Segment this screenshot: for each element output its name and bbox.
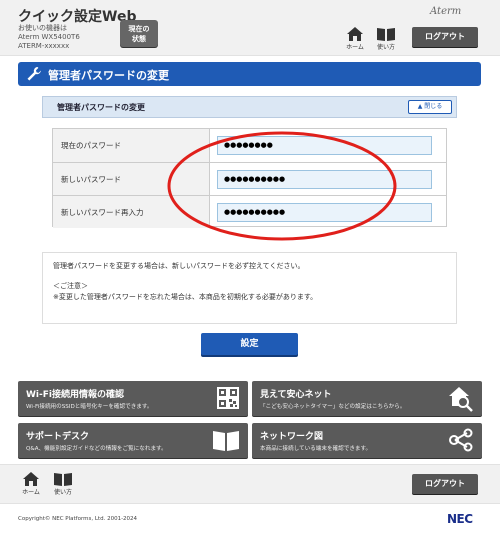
support-desk-tile[interactable]: サポートデスク Q&A、機能別設定ガイドなどの情報をご覧になれます。 bbox=[18, 423, 248, 458]
device-model: Aterm WX5400T6 bbox=[18, 33, 80, 41]
notice-heading: ＜ご注意＞ bbox=[53, 282, 88, 290]
home-icon bbox=[23, 472, 39, 486]
page-title: 管理者パスワードの変更 bbox=[48, 69, 169, 82]
footer-help-label: 使い方 bbox=[53, 489, 72, 496]
wrench-icon bbox=[27, 67, 41, 81]
footer-home-label: ホーム bbox=[22, 489, 40, 496]
footer-nav: ホーム 使い方 ログアウト bbox=[0, 464, 500, 504]
logout-button[interactable]: ログアウト bbox=[412, 27, 478, 47]
annotation-ellipse bbox=[167, 131, 397, 241]
nec-logo: NEC bbox=[447, 512, 473, 526]
home-nav-label: ホーム bbox=[346, 44, 364, 51]
current-status-button[interactable]: 現在の 状態 bbox=[120, 20, 158, 47]
notice-text: 管理者パスワードを変更する場合は、新しいパスワードを必ず控えてください。 bbox=[53, 262, 305, 270]
collapse-button[interactable]: ▲ 閉じる bbox=[408, 100, 452, 114]
page-title-banner: 管理者パスワードの変更 bbox=[18, 62, 481, 86]
section-title: 管理者パスワードの変更 bbox=[57, 103, 145, 112]
submit-button[interactable]: 設定 bbox=[201, 333, 298, 355]
status-button-line1: 現在の bbox=[128, 25, 150, 33]
home-search-icon bbox=[449, 387, 473, 412]
brand-logo: Aterm bbox=[430, 6, 462, 17]
device-info: お使いの機器は Aterm WX5400T6 ATERM-xxxxxx bbox=[18, 24, 80, 51]
tile-description: 本商品に接続している端末を確認できます。 bbox=[260, 446, 372, 452]
help-nav-label: 使い方 bbox=[376, 44, 395, 51]
footer-home-button[interactable]: ホーム bbox=[18, 471, 44, 499]
tile-description: 「こども安心ネットタイマー」などの設定はこちらから。 bbox=[260, 404, 406, 410]
mieru-anshin-net-tile[interactable]: 見えて安心ネット 「こども安心ネットタイマー」などの設定はこちらから。 bbox=[252, 381, 482, 416]
chevron-up-icon: ▲ bbox=[417, 103, 423, 110]
book-icon bbox=[213, 431, 239, 451]
header: クイック設定Web お使いの機器は Aterm WX5400T6 ATERM-x… bbox=[0, 0, 500, 56]
tile-title: ネットワーク図 bbox=[260, 432, 324, 442]
network-icon bbox=[449, 428, 473, 452]
tile-title: Wi-Fi接続用情報の確認 bbox=[26, 390, 124, 400]
qr-code-icon bbox=[217, 387, 239, 409]
notice-warning: ※変更した管理者パスワードを忘れた場合は、本商品を初期化する必要があります。 bbox=[53, 293, 318, 301]
collapse-button-label: 閉じる bbox=[424, 103, 443, 110]
status-button-line2: 状態 bbox=[132, 35, 146, 43]
device-name: ATERM-xxxxxx bbox=[18, 42, 70, 50]
help-nav-button[interactable]: 使い方 bbox=[373, 26, 399, 54]
copyright-text: Copyright© NEC Platforms, Ltd. 2001-2024 bbox=[18, 516, 138, 522]
tile-title: サポートデスク bbox=[26, 432, 90, 442]
tile-description: Wi-Fi接続用のSSIDと暗号化キーを確認できます。 bbox=[26, 404, 153, 410]
tile-description: Q&A、機能別設定ガイドなどの情報をご覧になれます。 bbox=[26, 446, 167, 452]
footer-logout-button[interactable]: ログアウト bbox=[412, 474, 478, 494]
app-title: クイック設定Web bbox=[18, 9, 137, 25]
wifi-info-tile[interactable]: Wi-Fi接続用情報の確認 Wi-Fi接続用のSSIDと暗号化キーを確認できます… bbox=[18, 381, 248, 416]
network-map-tile[interactable]: ネットワーク図 本商品に接続している端末を確認できます。 bbox=[252, 423, 482, 458]
section-header: 管理者パスワードの変更 ▲ 閉じる bbox=[42, 96, 457, 118]
footer-help-button[interactable]: 使い方 bbox=[50, 471, 76, 499]
book-icon bbox=[54, 473, 72, 486]
tile-title: 見えて安心ネット bbox=[260, 390, 332, 400]
book-icon bbox=[377, 28, 395, 41]
device-info-line: お使いの機器は bbox=[18, 24, 67, 32]
home-icon bbox=[347, 27, 363, 41]
notice-box: 管理者パスワードを変更する場合は、新しいパスワードを必ず控えてください。 ＜ご注… bbox=[42, 252, 457, 324]
home-nav-button[interactable]: ホーム bbox=[342, 26, 368, 54]
